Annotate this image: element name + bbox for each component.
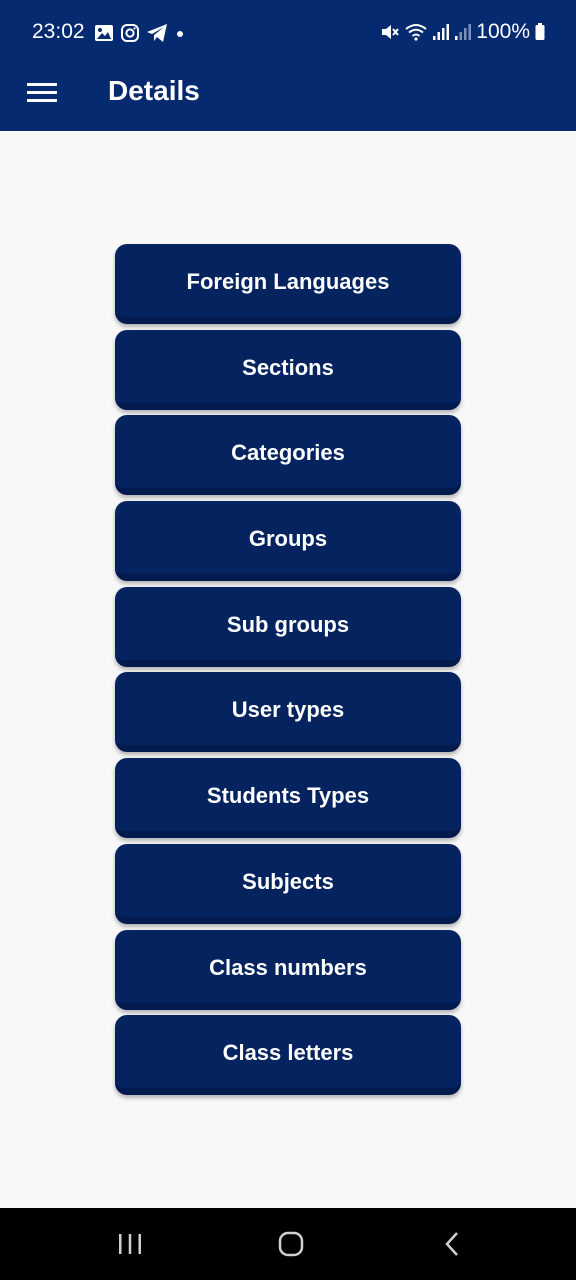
signal-weak-icon — [455, 24, 472, 40]
mute-icon — [382, 25, 400, 39]
home-icon — [278, 1231, 304, 1257]
foreign-languages-button[interactable]: Foreign Languages — [115, 244, 461, 324]
sections-button[interactable]: Sections — [115, 329, 461, 410]
home-button[interactable] — [271, 1226, 311, 1262]
toolbar: Details — [0, 64, 576, 131]
wifi-icon — [405, 24, 427, 41]
battery-icon — [535, 23, 545, 40]
status-system-icons: 100% — [380, 18, 546, 46]
students-types-button[interactable]: Students Types — [115, 758, 461, 839]
recent-apps-button[interactable] — [110, 1226, 150, 1262]
back-button[interactable] — [432, 1226, 472, 1262]
sub-groups-button[interactable]: Sub groups — [115, 586, 461, 667]
class-letters-button[interactable]: Class letters — [115, 1015, 461, 1096]
class-numbers-button[interactable]: Class numbers — [115, 929, 461, 1010]
hamburger-menu-icon — [27, 83, 57, 102]
categories-button[interactable]: Categories — [115, 415, 461, 496]
instagram-icon — [121, 24, 139, 42]
status-notification-icons — [94, 22, 186, 44]
details-button-list: Foreign Languages Sections Categories Gr… — [115, 244, 461, 1101]
system-navigation-bar — [0, 1208, 576, 1280]
groups-button[interactable]: Groups — [115, 501, 461, 582]
user-types-button[interactable]: User types — [115, 672, 461, 753]
notification-dot-icon — [177, 31, 183, 37]
menu-button[interactable] — [22, 72, 62, 112]
gallery-icon — [95, 25, 113, 41]
status-bar: 23:02 100% — [0, 0, 576, 64]
app-bar: 23:02 100% Details — [0, 0, 576, 131]
signal-icon — [433, 24, 450, 40]
back-chevron-icon — [445, 1232, 458, 1256]
battery-percentage: 100% — [476, 20, 530, 43]
telegram-icon — [147, 24, 167, 42]
recent-apps-icon — [119, 1234, 141, 1254]
status-time: 23:02 — [32, 20, 85, 43]
subjects-button[interactable]: Subjects — [115, 843, 461, 924]
page-title: Details — [108, 75, 200, 106]
